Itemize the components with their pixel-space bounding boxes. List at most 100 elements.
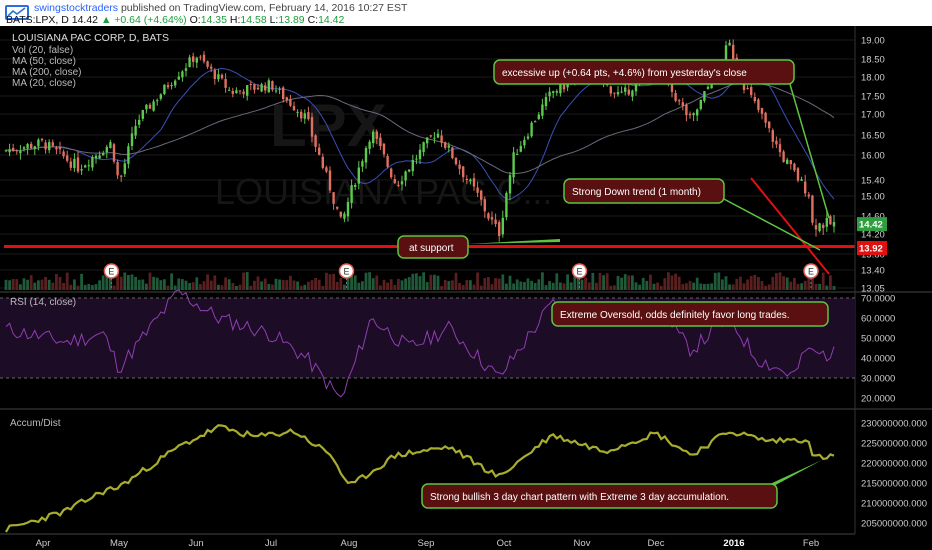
- volume-bar: [814, 283, 818, 290]
- candle-body: [318, 147, 321, 155]
- volume-bar: [130, 274, 134, 290]
- candle-body: [202, 54, 206, 62]
- candle-body: [177, 76, 180, 80]
- volume-bar: [685, 283, 688, 290]
- volume-bar: [749, 275, 753, 290]
- candle-body: [188, 57, 191, 67]
- volume-bar: [69, 284, 73, 290]
- last-price-tag-text: 14.42: [859, 220, 883, 231]
- volume-bar: [775, 273, 778, 290]
- rsi-tick-label: 40.0000: [861, 354, 895, 365]
- volume-bar: [623, 274, 627, 290]
- rsi-tick-label: 70.0000: [861, 294, 895, 305]
- candle-body: [462, 166, 465, 178]
- volume-bar: [235, 285, 238, 290]
- candle-body: [361, 161, 364, 167]
- volume-bar: [357, 282, 361, 290]
- volume-bar: [271, 284, 274, 290]
- volume-bar: [26, 279, 29, 290]
- time-axis[interactable]: Apr May Jun Jul Aug Sep Oct Nov Dec 2016 Feb: [0, 533, 932, 550]
- volume-bar: [458, 282, 461, 290]
- annotation-excessive-text: excessive up (+0.64 pts, +4.6%) from yes…: [502, 68, 747, 79]
- author-link[interactable]: swingstocktraders: [34, 2, 118, 14]
- candle-body: [346, 201, 350, 217]
- candle-body: [314, 135, 317, 147]
- legend-ma200[interactable]: MA (200, close): [12, 67, 81, 78]
- candle-body: [433, 137, 436, 139]
- volume-bar: [263, 278, 267, 290]
- volume-bar: [551, 282, 555, 290]
- volume-bar: [253, 280, 256, 290]
- candle-body: [246, 85, 249, 96]
- volume-bar: [627, 275, 631, 290]
- annotation-bullish[interactable]: Strong bullish 3 day chart pattern with …: [421, 483, 778, 509]
- volume-bar: [389, 279, 393, 290]
- candle-body: [544, 97, 548, 107]
- legend-vol[interactable]: Vol (20, false): [12, 45, 73, 56]
- volume-bar: [299, 285, 303, 290]
- volume-bar: [256, 276, 260, 290]
- candle-body: [228, 89, 231, 91]
- candle-body: [386, 155, 389, 167]
- volume-bar: [479, 285, 483, 290]
- volume-bar: [656, 282, 659, 290]
- candle-body: [231, 90, 234, 94]
- candle-body: [458, 164, 461, 169]
- volume-bar: [706, 283, 710, 290]
- volume-bar: [51, 282, 55, 290]
- candle-body: [393, 179, 396, 183]
- candle-body: [134, 125, 137, 136]
- candle-body: [336, 206, 339, 209]
- volume-bar: [505, 283, 508, 290]
- legend-ma20[interactable]: MA (20, close): [12, 78, 76, 89]
- volume-bar: [681, 284, 685, 290]
- candle-body: [811, 195, 814, 223]
- volume-bar: [591, 272, 595, 290]
- volume-bar: [314, 277, 317, 290]
- candle-body: [775, 140, 778, 145]
- volume-bar: [260, 281, 263, 290]
- volume-bar: [497, 278, 501, 290]
- volume-bar: [595, 282, 598, 290]
- volume-bar: [447, 281, 451, 290]
- candle-body: [195, 57, 198, 63]
- candle-body: [512, 152, 515, 178]
- volume-bar: [292, 280, 296, 290]
- legend-ma50[interactable]: MA (50, close): [12, 56, 76, 67]
- volume-bar: [371, 278, 375, 290]
- volume-bar: [605, 273, 609, 290]
- annotation-oversold[interactable]: Extreme Oversold, odds definitely favor …: [551, 301, 829, 327]
- volume-bar: [670, 275, 674, 290]
- candle-body: [782, 151, 785, 162]
- candle-body: [4, 150, 8, 152]
- volume-bar: [692, 282, 695, 290]
- annotation-support[interactable]: at support: [397, 235, 469, 259]
- volume-bar: [602, 275, 605, 290]
- candle-body: [343, 213, 346, 219]
- candle-body: [768, 121, 771, 129]
- volume-bar: [533, 283, 537, 290]
- candle-body: [397, 184, 400, 186]
- rsi-tick-label: 20.0000: [861, 394, 895, 405]
- volume-bar: [793, 277, 796, 290]
- volume-bar: [739, 276, 742, 290]
- annotation-downtrend[interactable]: Strong Down trend (1 month): [563, 178, 725, 204]
- volume-bar: [559, 282, 562, 290]
- volume-bar: [796, 283, 800, 290]
- volume-bar: [112, 285, 116, 290]
- annotation-excessive[interactable]: excessive up (+0.64 pts, +4.6%) from yes…: [493, 59, 795, 85]
- candle-body: [44, 142, 47, 150]
- candle-body: [148, 104, 152, 109]
- volume-bar: [483, 278, 487, 290]
- chart-canvas[interactable]: LPX LOUISIANA PAC C... EEEE LOUISIANA PA…: [0, 26, 932, 550]
- candle-body: [206, 61, 209, 67]
- rsi-title[interactable]: RSI (14, close): [10, 297, 76, 308]
- ad-title[interactable]: Accum/Dist: [10, 418, 61, 429]
- volume-bar: [364, 272, 368, 290]
- earnings-label: E: [576, 267, 582, 277]
- candle-body: [55, 147, 58, 150]
- volume-bar: [695, 277, 699, 290]
- candle-body: [127, 146, 130, 164]
- candle-body: [508, 175, 512, 194]
- time-tick-label: Jul: [265, 538, 277, 549]
